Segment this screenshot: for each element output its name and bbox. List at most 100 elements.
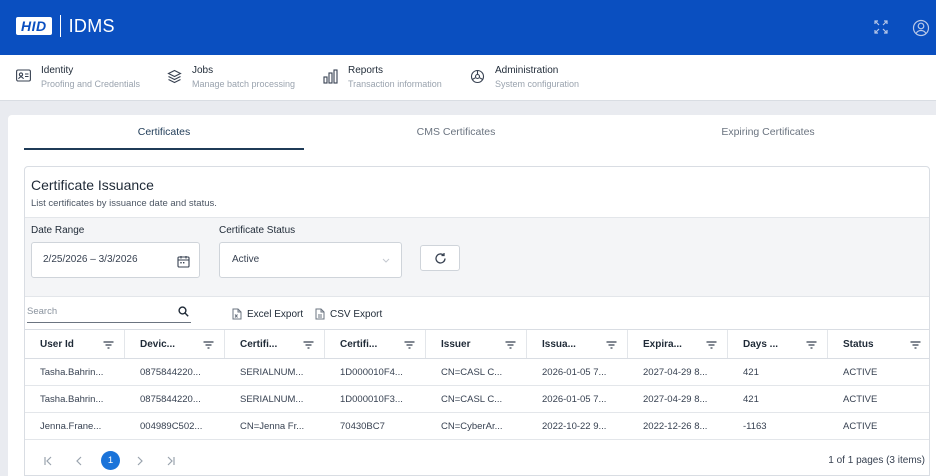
nav-reports-title: Reports (348, 65, 384, 76)
cell-certificate-serial: 70430BC7 (340, 420, 385, 432)
column-filter-icon[interactable] (606, 341, 617, 349)
column-title: Expira... (643, 338, 682, 350)
app-logo[interactable]: HID IDMS (16, 15, 115, 37)
column-header-issuance-date[interactable]: Issua... (527, 330, 628, 358)
cell-issuer: CN=CASL C... (441, 393, 503, 405)
fullscreen-icon[interactable] (873, 19, 891, 37)
nav-administration-title: Administration (495, 65, 559, 76)
grid-header-row: User Id Devic... Certifi... Certifi... I… (25, 329, 929, 359)
nav-identity-subtitle: Proofing and Credentials (41, 79, 141, 89)
excel-export-button[interactable]: Excel Export (232, 308, 303, 320)
date-range-picker[interactable]: 2/25/2026 – 3/3/2026 (31, 242, 200, 278)
layers-icon (167, 69, 182, 84)
column-header-expiration-date[interactable]: Expira... (628, 330, 728, 358)
column-filter-icon[interactable] (910, 341, 921, 349)
tab-certificates[interactable]: Certificates (24, 126, 304, 138)
active-tab-indicator (24, 148, 304, 150)
cell-certificate-serial: 1D000010F4... (340, 366, 403, 378)
column-header-issuer[interactable]: Issuer (426, 330, 527, 358)
cell-issuance-date: 2026-01-05 7... (542, 393, 607, 405)
card-subtitle: List certificates by issuance date and s… (31, 198, 217, 209)
cell-status: ACTIVE (843, 420, 878, 432)
certificate-issuance-card: Certificate Issuance List certificates b… (24, 166, 930, 476)
tab-expiring-certificates[interactable]: Expiring Certificates (628, 126, 908, 138)
cell-days: 421 (743, 393, 759, 405)
column-header-certificate-subject[interactable]: Certifi... (225, 330, 325, 358)
column-filter-icon[interactable] (203, 341, 214, 349)
table-row[interactable]: Jenna.Frane... 004989C502... CN=Jenna Fr..… (25, 413, 929, 440)
column-filter-icon[interactable] (404, 341, 415, 349)
page-number-current[interactable]: 1 (101, 451, 120, 470)
nav-identity-title: Identity (41, 65, 74, 76)
cell-device: 004989C502... (140, 420, 203, 432)
cell-certificate-serial: 1D000010F3... (340, 393, 403, 405)
cell-issuer: CN=CASL C... (441, 366, 503, 378)
cell-device: 0875844220... (140, 393, 201, 405)
tab-bar: Certificates CMS Certificates Expiring C… (24, 115, 920, 149)
cell-user-id: Tasha.Bahrin... (40, 366, 104, 378)
logo-divider (59, 15, 61, 37)
grid-toolbar: Search Excel Export CSV Export (25, 297, 929, 329)
cell-issuer: CN=CyberAr... (441, 420, 503, 432)
hid-logo: HID (16, 17, 52, 35)
cell-status: ACTIVE (843, 366, 878, 378)
column-header-certificate-serial[interactable]: Certifi... (325, 330, 426, 358)
cell-status: ACTIVE (843, 393, 878, 405)
nav-jobs-subtitle: Manage batch processing (192, 79, 296, 89)
cell-certificate-subject: SERIALNUM... (240, 393, 304, 405)
column-title: Issuer (441, 338, 471, 350)
search-icon[interactable] (178, 306, 189, 317)
first-page-icon[interactable] (40, 453, 56, 469)
column-header-user-id[interactable]: User Id (25, 330, 125, 358)
nav-identity[interactable]: Identity Proofing and Credentials (16, 64, 140, 91)
column-title: Certifi... (240, 338, 278, 350)
cell-device: 0875844220... (140, 366, 201, 378)
date-range-label: Date Range (31, 225, 85, 236)
last-page-icon[interactable] (163, 453, 179, 469)
search-placeholder: Search (27, 306, 58, 317)
cell-issuance-date: 2026-01-05 7... (542, 366, 607, 378)
nav-jobs[interactable]: Jobs Manage batch processing (167, 64, 295, 91)
column-header-device[interactable]: Devic... (125, 330, 225, 358)
column-filter-icon[interactable] (103, 341, 114, 349)
nav-reports[interactable]: Reports Transaction information (323, 64, 442, 91)
search-input[interactable]: Search (27, 303, 191, 323)
column-title: Certifi... (340, 338, 378, 350)
csv-file-icon (315, 308, 325, 320)
date-range-value: 2/25/2026 – 3/3/2026 (43, 254, 138, 265)
column-header-days[interactable]: Days ... (728, 330, 828, 358)
nav-administration[interactable]: Administration System configuration (470, 64, 579, 91)
cell-certificate-subject: CN=Jenna Fr... (240, 420, 305, 432)
cell-user-id: Jenna.Frane... (40, 420, 102, 432)
column-filter-icon[interactable] (806, 341, 817, 349)
csv-export-button[interactable]: CSV Export (315, 308, 382, 320)
table-row[interactable]: Tasha.Bahrin... 0875844220... SERIALNUM...… (25, 359, 929, 386)
table-row[interactable]: Tasha.Bahrin... 0875844220... SERIALNUM...… (25, 386, 929, 413)
tab-cms-certificates[interactable]: CMS Certificates (316, 126, 596, 138)
chevron-down-icon (382, 258, 390, 263)
grid-body: Tasha.Bahrin... 0875844220... SERIALNUM...… (25, 359, 929, 440)
nav-jobs-title: Jobs (192, 65, 214, 76)
bar-chart-icon (323, 69, 338, 84)
column-title: Status (843, 338, 874, 350)
column-header-status[interactable]: Status (828, 330, 929, 358)
product-name: IDMS (68, 15, 115, 36)
column-filter-icon[interactable] (505, 341, 516, 349)
cell-certificate-subject: SERIALNUM... (240, 366, 304, 378)
column-filter-icon[interactable] (303, 341, 314, 349)
column-title: Days ... (743, 338, 779, 350)
content-panel: Certificates CMS Certificates Expiring C… (8, 115, 936, 476)
previous-page-icon[interactable] (71, 453, 87, 469)
next-page-icon[interactable] (132, 453, 148, 469)
nav-reports-subtitle: Transaction information (348, 79, 442, 89)
column-title: User Id (40, 338, 74, 350)
cell-issuance-date: 2022-10-22 9... (542, 420, 607, 432)
user-account-icon[interactable] (912, 19, 930, 37)
column-filter-icon[interactable] (706, 341, 717, 349)
refresh-button[interactable] (420, 245, 460, 271)
card-title: Certificate Issuance (31, 177, 154, 193)
certificate-status-value: Active (232, 254, 260, 265)
excel-export-label: Excel Export (247, 308, 304, 320)
certificate-status-select[interactable]: Active (219, 242, 402, 278)
calendar-icon[interactable] (177, 255, 190, 268)
